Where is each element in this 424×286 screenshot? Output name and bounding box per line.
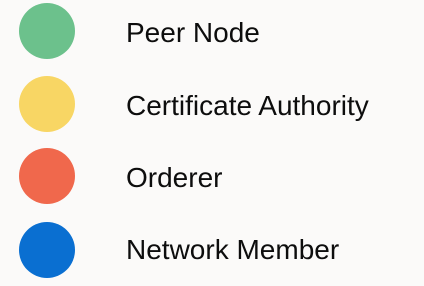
legend-label: Orderer [126,162,223,193]
legend: Peer Node Certificate Authority Orderer … [0,0,424,281]
legend-item-orderer: Orderer [0,144,424,214]
yellow-circle-icon [19,76,75,132]
legend-label: Network Member [126,234,340,265]
legend-label: Certificate Authority [126,90,369,121]
blue-circle-icon [19,222,75,278]
legend-item-network-member: Network Member [0,216,424,286]
legend-item-peer-node: Peer Node [0,0,424,70]
legend-label: Peer Node [126,17,260,48]
orange-circle-icon [19,148,75,204]
legend-item-certificate-authority: Certificate Authority [0,72,424,142]
green-circle-icon [19,3,75,59]
